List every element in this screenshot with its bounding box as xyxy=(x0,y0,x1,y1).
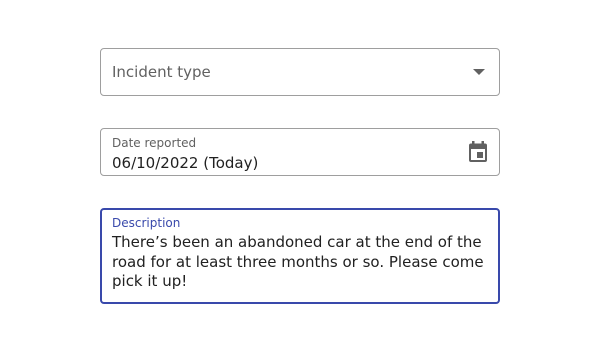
description-textarea[interactable]: There’s been an abandoned car at the end… xyxy=(112,233,492,292)
description-field[interactable]: Description There’s been an abandoned ca… xyxy=(100,208,500,304)
date-reported-field[interactable]: Date reported 06/10/2022 (Today) xyxy=(100,128,500,176)
incident-type-placeholder: Incident type xyxy=(112,63,211,81)
calendar-icon[interactable] xyxy=(468,141,488,163)
description-label: Description xyxy=(112,216,181,230)
date-reported-label: Date reported xyxy=(112,136,197,150)
dropdown-caret-icon[interactable] xyxy=(473,69,485,75)
date-reported-value[interactable]: 06/10/2022 (Today) xyxy=(112,153,258,173)
incident-type-select[interactable]: Incident type xyxy=(100,48,500,96)
